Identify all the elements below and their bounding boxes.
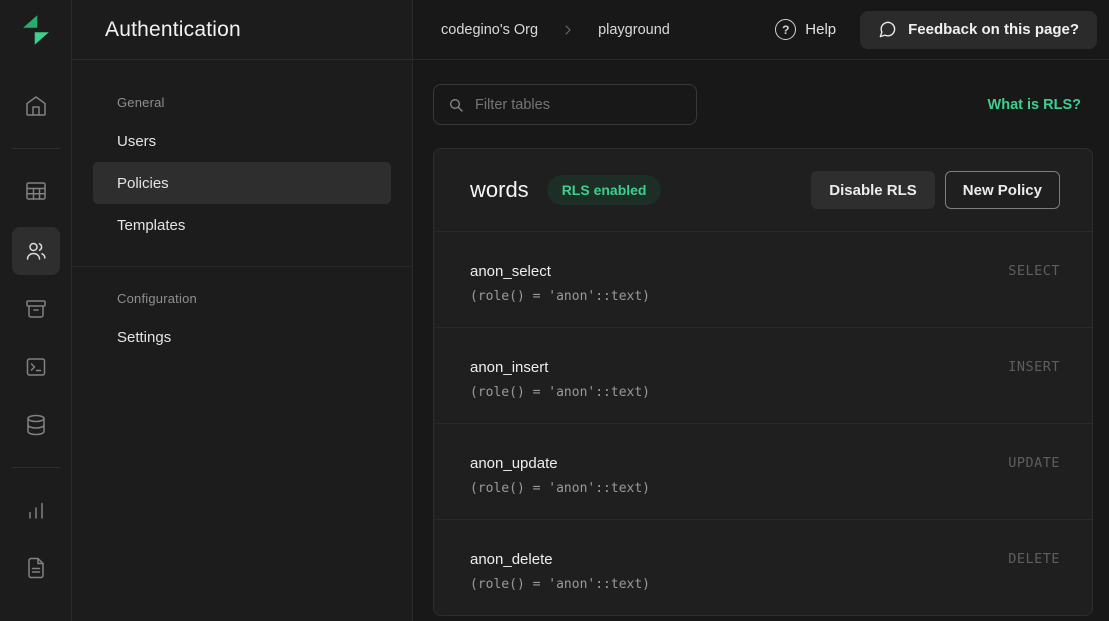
feedback-button[interactable]: Feedback on this page? [860, 11, 1097, 49]
section-label-general: General [72, 95, 412, 110]
policy-definition: (role() = 'anon'::text) [470, 577, 1060, 592]
filter-tables-box [433, 84, 697, 125]
rail-item-reports[interactable] [12, 488, 60, 532]
disable-rls-button[interactable]: Disable RLS [811, 171, 935, 209]
sidebar-item-label: Policies [117, 175, 169, 192]
page-title: Authentication [105, 18, 241, 42]
sidebar-section-configuration: Settings [72, 316, 412, 358]
help-button[interactable]: ? Help [775, 19, 836, 40]
chevron-right-icon [560, 22, 576, 38]
breadcrumb-project[interactable]: playground [598, 22, 670, 38]
speech-bubble-icon [878, 20, 897, 39]
policy-definition: (role() = 'anon'::text) [470, 481, 1060, 496]
auth-sidebar: Authentication General Users Policies Te… [72, 0, 413, 621]
rail-item-database[interactable] [12, 403, 60, 447]
home-icon [24, 94, 48, 118]
table-editor-icon [24, 179, 48, 203]
topbar: codegino's Org playground ? Help Feedbac… [413, 0, 1109, 60]
policy-row-anon-delete: anon_delete (role() = 'anon'::text) DELE… [434, 519, 1092, 615]
policy-command-badge: INSERT [1008, 359, 1060, 375]
rail-item-storage[interactable] [12, 287, 60, 331]
table-policies-card: words RLS enabled Disable RLS New Policy… [433, 148, 1093, 616]
icon-rail [0, 0, 72, 621]
help-label: Help [805, 21, 836, 38]
policy-command-badge: UPDATE [1008, 455, 1060, 471]
policy-name: anon_insert [470, 359, 1060, 376]
sidebar-item-label: Templates [117, 217, 185, 234]
policy-name: anon_update [470, 455, 1060, 472]
card-actions: Disable RLS New Policy [811, 171, 1060, 209]
main-area: codegino's Org playground ? Help Feedbac… [413, 0, 1109, 621]
sidebar-item-label: Users [117, 133, 156, 150]
policy-definition: (role() = 'anon'::text) [470, 289, 1060, 304]
sidebar-header: Authentication [72, 0, 412, 60]
sidebar-item-settings[interactable]: Settings [72, 316, 412, 358]
policies-toolbar: What is RLS? [433, 84, 1093, 125]
rail-item-sql-editor[interactable] [12, 345, 60, 389]
rail-divider [12, 148, 60, 149]
table-name: words [470, 177, 529, 203]
supabase-logo-icon [19, 13, 53, 47]
auth-users-icon [24, 239, 48, 263]
rail-nav [0, 60, 71, 604]
sidebar-item-label: Settings [117, 329, 171, 346]
logs-icon [24, 556, 48, 580]
breadcrumb-org[interactable]: codegino's Org [441, 22, 538, 38]
breadcrumb: codegino's Org playground [441, 22, 670, 38]
policy-name: anon_delete [470, 551, 1060, 568]
rls-enabled-badge: RLS enabled [547, 175, 662, 205]
filter-tables-input[interactable] [475, 85, 696, 124]
search-icon [448, 97, 464, 113]
section-label-configuration: Configuration [72, 267, 412, 306]
policy-row-anon-insert: anon_insert (role() = 'anon'::text) INSE… [434, 327, 1092, 423]
new-policy-button[interactable]: New Policy [945, 171, 1060, 209]
rail-divider [12, 467, 60, 468]
sidebar-section-general: Users Policies Templates [72, 120, 412, 246]
rail-item-table-editor[interactable] [12, 169, 60, 213]
sidebar-item-users[interactable]: Users [72, 120, 412, 162]
rail-item-home[interactable] [12, 84, 60, 128]
policy-definition: (role() = 'anon'::text) [470, 385, 1060, 400]
card-header: words RLS enabled Disable RLS New Policy [434, 149, 1092, 231]
sidebar-nav: General Users Policies Templates Configu… [72, 60, 412, 358]
rail-item-authentication[interactable] [12, 227, 60, 275]
sql-editor-icon [24, 355, 48, 379]
policy-row-anon-select: anon_select (role() = 'anon'::text) SELE… [434, 231, 1092, 327]
sidebar-item-templates[interactable]: Templates [72, 204, 412, 246]
policy-command-badge: SELECT [1008, 263, 1060, 279]
sidebar-item-policies[interactable]: Policies [93, 162, 391, 204]
help-circle-icon: ? [775, 19, 796, 40]
policy-row-anon-update: anon_update (role() = 'anon'::text) UPDA… [434, 423, 1092, 519]
what-is-rls-link[interactable]: What is RLS? [988, 97, 1081, 113]
supabase-logo[interactable] [0, 0, 72, 60]
rail-item-logs[interactable] [12, 546, 60, 590]
reports-icon [24, 498, 48, 522]
database-icon [24, 413, 48, 437]
storage-icon [24, 297, 48, 321]
policy-name: anon_select [470, 263, 1060, 280]
feedback-button-label: Feedback on this page? [908, 21, 1079, 38]
policies-content: What is RLS? words RLS enabled Disable R… [413, 60, 1109, 616]
policy-command-badge: DELETE [1008, 551, 1060, 567]
topbar-actions: ? Help Feedback on this page? [775, 11, 1097, 49]
